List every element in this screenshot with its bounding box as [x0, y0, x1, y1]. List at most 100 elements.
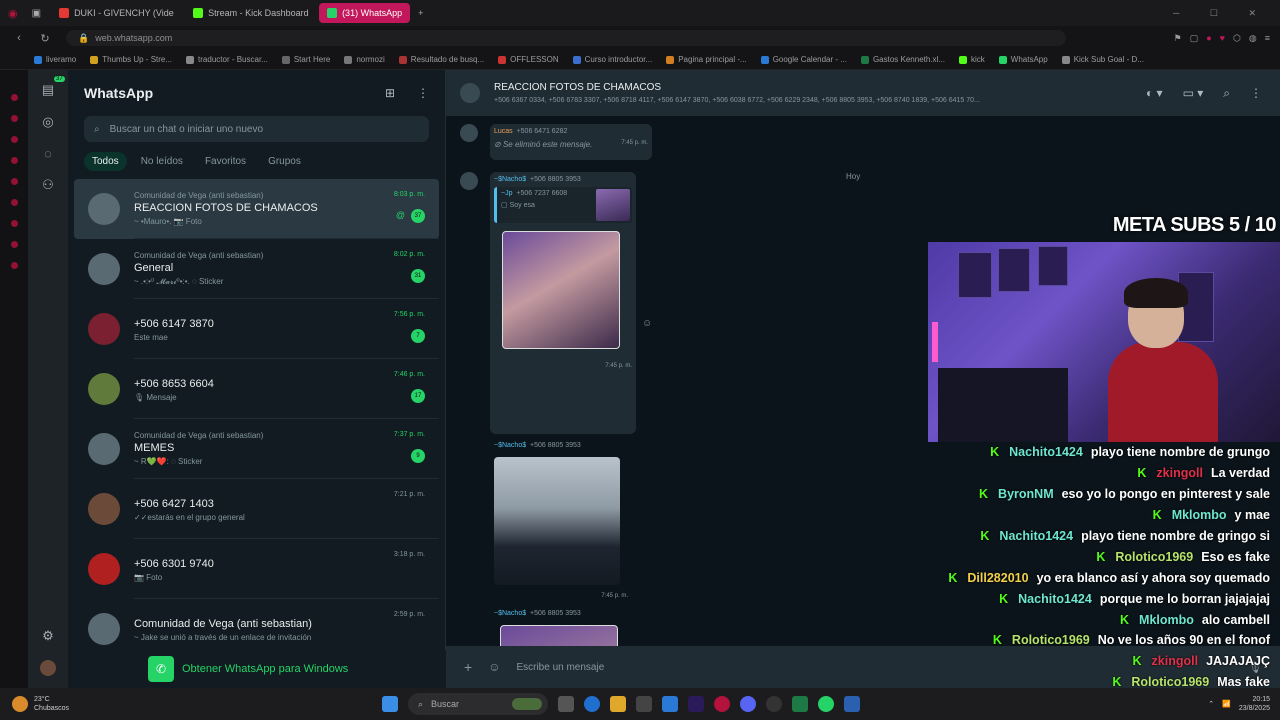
emoji-icon[interactable]: ☺ — [488, 660, 500, 674]
bookmark-item[interactable]: Thumbs Up - Stre... — [90, 55, 172, 64]
browser-tab[interactable]: Stream - Kick Dashboard — [185, 3, 315, 23]
taskbar-search[interactable]: ⌕ Buscar — [408, 693, 548, 715]
network-icon[interactable]: 📶 — [1222, 700, 1231, 708]
url-field[interactable]: 🔒 web.whatsapp.com — [66, 30, 1066, 46]
chat-list-item[interactable]: Comunidad de Vega (anti sebastian) MEMES ~… — [74, 419, 439, 479]
chat-list-item[interactable]: Comunidad de Vega (anti sebastian) REACCI… — [74, 179, 439, 239]
sidebar-dot-icon[interactable] — [10, 94, 18, 101]
sidebar-dot-icon[interactable] — [10, 241, 18, 248]
sidebar-dot-icon[interactable] — [10, 220, 18, 227]
discord-icon[interactable] — [740, 696, 756, 712]
bookmark-item[interactable]: Start Here — [281, 55, 330, 64]
chat-list-panel: WhatsApp ⊞ ⋮ ⌕ Buscar un chat o iniciar … — [68, 70, 446, 688]
group-avatar[interactable] — [460, 83, 480, 103]
photo-attachment[interactable] — [494, 457, 620, 585]
sidebar-dot-icon[interactable] — [10, 136, 18, 143]
photo-attachment[interactable] — [500, 625, 618, 646]
sidebar-dot-icon[interactable] — [10, 115, 18, 122]
task-view-icon[interactable] — [558, 696, 574, 712]
bookmark-icon[interactable]: ⚑ — [1174, 33, 1182, 44]
bookmark-item[interactable]: WhatsApp — [998, 55, 1048, 64]
system-tray-icon[interactable]: ⌃ — [1208, 700, 1214, 708]
bookmark-item[interactable]: OFFLESSON — [498, 55, 559, 64]
tab-favicon-icon — [193, 8, 204, 18]
sidebar-dot-icon[interactable] — [10, 178, 18, 185]
chats-icon[interactable]: ▤ — [42, 82, 54, 98]
premiere-icon[interactable] — [688, 696, 704, 712]
chat-list-item[interactable]: +506 6427 1403 ✓✓estarás en el grupo gene… — [74, 479, 439, 539]
bookmark-item[interactable]: normozi — [344, 55, 385, 64]
photo-message[interactable]: ~$Nacho$ +506 8805 3953 7:45 p. m. — [490, 438, 632, 602]
sidebar-dot-icon[interactable] — [10, 199, 18, 206]
sidebar-dot-icon[interactable] — [10, 157, 18, 164]
chat-list-item[interactable]: Comunidad de Vega (anti sebastian) Genera… — [74, 239, 439, 299]
bookmark-item[interactable]: kick — [959, 55, 985, 64]
deleted-message[interactable]: Lucas +506 6471 6282 ⊘ Se eliminó este m… — [490, 124, 652, 160]
get-windows-app-link[interactable]: ✆ Obtener WhatsApp para Windows — [68, 650, 446, 688]
opera-icon[interactable] — [714, 696, 730, 712]
conversation-menu-icon[interactable]: ⋮ — [1250, 86, 1262, 100]
bookmark-item[interactable]: Resultado de busq... — [398, 55, 484, 64]
weather-widget[interactable]: 23°C Chubascos — [12, 695, 69, 713]
group-picture-dropdown[interactable]: ◐ ▾ — [1146, 86, 1163, 100]
bookmark-item[interactable]: liveramo — [34, 55, 76, 64]
chat-list-item[interactable]: +506 6301 9740 📷 Foto 3:18 p. m. — [74, 539, 439, 599]
tab-list-icon[interactable]: ▣ — [32, 8, 41, 19]
chat-list-item[interactable]: +506 8653 6604 🎙 Mensaje 7:46 p. m. 17 — [74, 359, 439, 419]
reaction-icon[interactable]: ☺ — [642, 318, 652, 329]
whatsapp-icon[interactable] — [818, 696, 834, 712]
bookmark-item[interactable]: Kick Sub Goal - D... — [1061, 55, 1144, 64]
extensions-icon[interactable]: ⬡ — [1233, 33, 1241, 44]
back-icon[interactable]: ‹ — [12, 32, 26, 44]
filter-chip[interactable]: Grupos — [260, 152, 309, 171]
search-input[interactable]: ⌕ Buscar un chat o iniciar uno nuevo — [84, 116, 429, 142]
bookmark-item[interactable]: traductor - Buscar... — [186, 55, 268, 64]
chat-list-item[interactable]: +506 6147 3870 Este mae 7:56 p. m. 7 — [74, 299, 439, 359]
system-clock[interactable]: 20:15 23/8/2025 — [1239, 695, 1270, 713]
window-controls[interactable]: ─ ☐ ✕ — [1173, 8, 1270, 19]
edge-icon[interactable] — [584, 696, 600, 712]
profile-avatar[interactable] — [40, 660, 56, 676]
message-input[interactable]: Escribe un mensaje — [516, 662, 604, 673]
communities-icon[interactable]: ⚇ — [42, 177, 54, 193]
more-options-icon[interactable]: ⋮ — [417, 86, 429, 100]
channels-icon[interactable]: ◌ — [44, 146, 52, 161]
record-icon[interactable]: ● — [1206, 33, 1211, 44]
photo-message[interactable]: ~$Nacho$ +506 8805 3953 — [490, 606, 624, 646]
outlook-icon[interactable] — [844, 696, 860, 712]
status-icon[interactable]: ◎ — [42, 114, 53, 130]
quoted-message[interactable]: ~Jp +506 7237 6608 ▢ Soy esa — [494, 187, 632, 223]
bookmark-item[interactable]: Curso introductor... — [572, 55, 652, 64]
snapshot-icon[interactable]: ▢ — [1190, 33, 1199, 44]
excel-icon[interactable] — [792, 696, 808, 712]
search-messages-icon[interactable]: ⌕ — [1223, 86, 1230, 101]
new-tab-button[interactable]: + — [418, 8, 423, 18]
reload-icon[interactable]: ↻ — [38, 32, 52, 45]
filter-chip[interactable]: Favoritos — [197, 152, 254, 171]
attach-icon[interactable]: + — [464, 659, 472, 675]
filter-chip[interactable]: No leídos — [133, 152, 191, 171]
sidebar-dot-icon[interactable] — [10, 262, 18, 269]
photo-message[interactable]: ~$Nacho$ +506 8805 3953 ~Jp +506 7237 66… — [490, 172, 636, 434]
menu-icon[interactable]: ≡ — [1265, 33, 1270, 44]
bookmark-item[interactable]: Pagina principal -... — [666, 55, 747, 64]
heart-icon[interactable]: ♥ — [1220, 33, 1225, 44]
settings-icon[interactable]: ⚙ — [42, 628, 54, 644]
file-explorer-icon[interactable] — [610, 696, 626, 712]
bookmark-item[interactable]: Gastos Kenneth.xl... — [860, 55, 945, 64]
filter-chip[interactable]: Todos — [84, 152, 127, 171]
conversation-header[interactable]: REACCION FOTOS DE CHAMACOS +506 6367 033… — [446, 70, 1280, 116]
obs-icon[interactable] — [766, 696, 782, 712]
new-chat-icon[interactable]: ⊞ — [385, 86, 395, 100]
photo-attachment[interactable] — [502, 231, 620, 349]
store-icon[interactable] — [636, 696, 652, 712]
browser-menu-icon[interactable]: ◉ — [8, 7, 18, 20]
profile-icon[interactable]: ◍ — [1249, 33, 1257, 44]
weather-icon — [12, 696, 28, 712]
browser-tab[interactable]: DUKI - GIVENCHY (Vide — [51, 3, 181, 23]
bookmark-item[interactable]: Google Calendar - ... — [760, 55, 847, 64]
browser-tab[interactable]: (31) WhatsApp — [319, 3, 411, 23]
todo-icon[interactable] — [662, 696, 678, 712]
start-icon[interactable] — [382, 696, 398, 712]
video-call-icon[interactable]: ▭ ▾ — [1183, 86, 1204, 100]
